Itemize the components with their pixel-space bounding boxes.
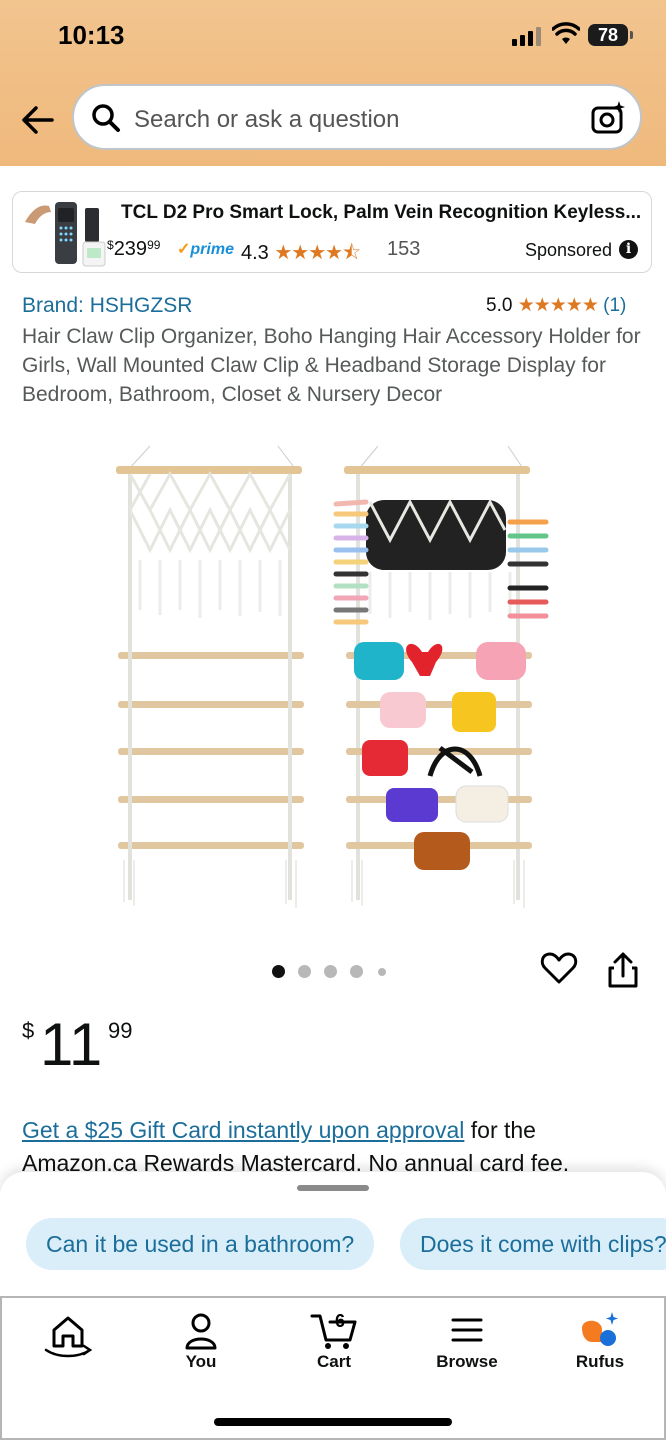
product-image[interactable]: [100, 440, 560, 920]
price-whole: 11: [40, 1011, 103, 1078]
organizer-empty: [116, 445, 304, 908]
menu-icon: [451, 1318, 483, 1342]
gift-card-promo-link[interactable]: Get a $25 Gift Card instantly upon appro…: [22, 1117, 464, 1143]
smart-lock-image: [25, 202, 106, 267]
price-currency: $: [22, 1018, 35, 1043]
tab-you[interactable]: You: [151, 1310, 251, 1372]
product-stars-icon: ★★★★★: [517, 295, 599, 316]
search-bar[interactable]: Search or ask a question: [72, 84, 642, 150]
product-review-count[interactable]: (1): [603, 295, 626, 316]
tab-cart-label: Cart: [316, 1352, 351, 1371]
price-symbol: $: [107, 238, 114, 252]
cart-badge: 6: [335, 1311, 345, 1331]
tab-rufus-label: Rufus: [575, 1352, 625, 1371]
header: 10:13 78 Search or ask a question: [0, 0, 666, 166]
search-input[interactable]: Search or ask a question: [134, 106, 400, 134]
prime-text: prime: [190, 241, 234, 258]
camera-search-icon[interactable]: [590, 100, 626, 136]
suggestion-chip[interactable]: Does it come with clips?: [400, 1218, 666, 1270]
image-carousel-dots[interactable]: [272, 962, 396, 980]
tab-you-label: You: [185, 1352, 217, 1371]
product-rating-value: 5.0: [486, 295, 513, 316]
wifi-icon: [552, 22, 580, 44]
tab-browse[interactable]: Browse: [417, 1310, 517, 1372]
sponsored-label: Sponsored: [525, 240, 613, 260]
prime-badge: ✓prime: [177, 239, 234, 259]
tab-cart[interactable]: 6 Cart: [284, 1310, 384, 1372]
carousel-dot-2[interactable]: [298, 965, 311, 978]
search-icon: [92, 104, 120, 132]
carousel-dot-1[interactable]: [272, 965, 285, 978]
price-fraction: 99: [147, 238, 161, 252]
sheet-grabber[interactable]: [297, 1185, 369, 1191]
sponsored-rating: 4.3 ★★★★⯪: [241, 238, 361, 272]
cart-icon: 6: [310, 1311, 357, 1349]
home-icon: [44, 1316, 93, 1358]
sponsored-price: $23999: [107, 238, 160, 261]
tab-rufus[interactable]: Rufus: [550, 1310, 650, 1372]
suggestion-chip[interactable]: Can it be used in a bathroom?: [26, 1218, 375, 1270]
carousel-dot-3[interactable]: [324, 965, 337, 978]
credit-card-promo: Get a $25 Gift Card instantly upon appro…: [22, 1114, 652, 1180]
prime-check-icon: ✓: [177, 241, 191, 258]
signal-icon: [512, 27, 541, 46]
home-indicator: [214, 1418, 452, 1426]
rufus-icon: [582, 1312, 618, 1346]
info-icon[interactable]: i: [619, 240, 638, 259]
carousel-dot-5[interactable]: [378, 968, 386, 976]
rating-value: 4.3: [241, 242, 269, 264]
sponsored-product-card[interactable]: TCL D2 Pro Smart Lock, Palm Vein Recogni…: [12, 191, 652, 273]
person-icon: [185, 1313, 217, 1350]
rating-stars-icon: ★★★★⯪: [274, 242, 361, 264]
rufus-suggestions-sheet: Can it be used in a bathroom? Does it co…: [0, 1172, 666, 1298]
battery-tip: [630, 31, 633, 39]
product-title: Hair Claw Clip Organizer, Boho Hanging H…: [22, 325, 641, 406]
sponsored-title[interactable]: TCL D2 Pro Smart Lock, Palm Vein Recogni…: [121, 202, 641, 224]
price-whole: 239: [113, 238, 148, 260]
sponsored-review-count: 153: [387, 238, 421, 260]
tab-browse-label: Browse: [436, 1352, 498, 1371]
carousel-dot-4[interactable]: [350, 965, 363, 978]
wishlist-heart-icon[interactable]: [540, 950, 578, 986]
brand-link[interactable]: Brand: HSHGZSR: [22, 294, 192, 318]
tab-home[interactable]: [18, 1310, 118, 1362]
back-arrow-icon[interactable]: [18, 100, 58, 140]
product-rating[interactable]: 5.0 ★★★★★ (1): [486, 294, 626, 317]
battery-indicator: 78: [588, 24, 628, 46]
organizer-with-clips: [333, 445, 549, 908]
price-fraction: 99: [108, 1018, 133, 1043]
share-icon[interactable]: [606, 950, 640, 990]
status-time: 10:13: [58, 20, 125, 50]
